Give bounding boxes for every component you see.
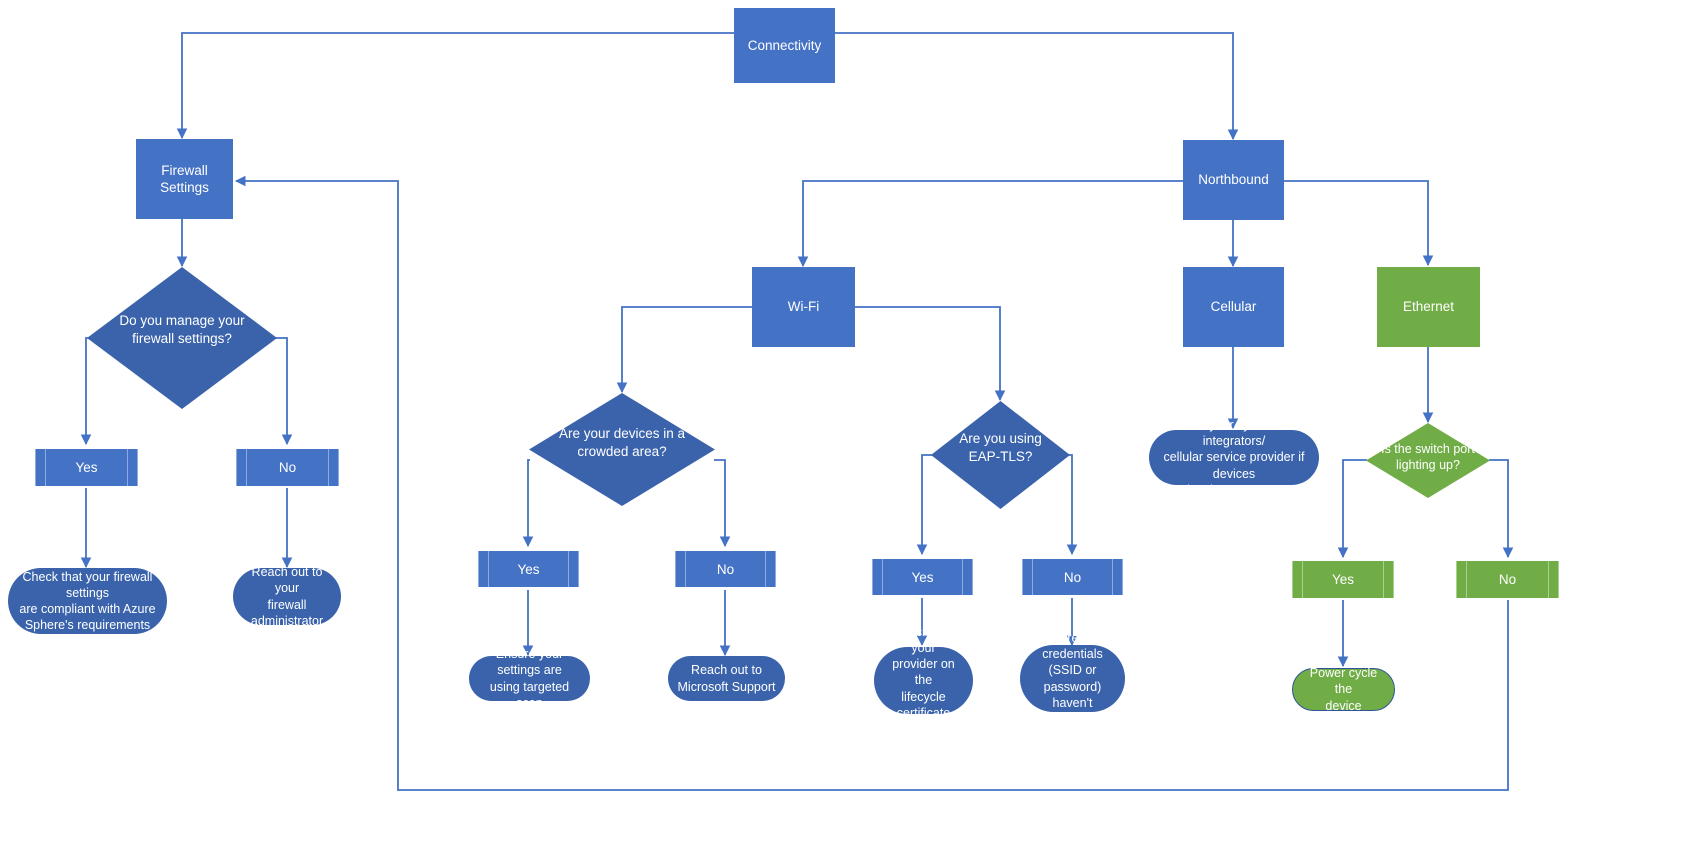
answer-switchport-yes-label: Yes bbox=[1331, 572, 1355, 587]
answer-switchport-no-label: No bbox=[1498, 572, 1517, 587]
answer-firewall-yes-label: Yes bbox=[75, 460, 98, 475]
node-firewall-settings[interactable]: Firewall Settings bbox=[136, 139, 233, 219]
outcome-credentials-changed[interactable]: Ensure your credentials (SSID or passwor… bbox=[1020, 631, 1125, 726]
answer-eaptls-no-label: No bbox=[1063, 569, 1082, 585]
decision-crowded-area-label: Are your devices in a crowded area? bbox=[558, 426, 686, 459]
answer-crowded-yes[interactable]: Yes bbox=[478, 551, 579, 587]
answer-eaptls-yes[interactable]: Yes bbox=[872, 559, 973, 595]
answer-switchport-yes[interactable]: Yes bbox=[1292, 561, 1394, 598]
answer-firewall-yes[interactable]: Yes bbox=[35, 449, 138, 486]
decision-switch-port[interactable]: Is the switch port lighting up? bbox=[1366, 423, 1490, 498]
outcome-targeted-scan-label: Ensure your settings are using targeted … bbox=[489, 647, 570, 710]
answer-switchport-no[interactable]: No bbox=[1456, 561, 1559, 598]
decision-crowded-area[interactable]: Are your devices in a crowded area? bbox=[529, 393, 715, 506]
node-ethernet-label: Ethernet bbox=[1402, 299, 1455, 315]
outcome-firewall-compliant[interactable]: Check that your firewall settings are co… bbox=[8, 568, 167, 634]
outcome-microsoft-support[interactable]: Reach out to Microsoft Support bbox=[668, 656, 785, 701]
outcome-credentials-changed-label: Ensure your credentials (SSID or passwor… bbox=[1032, 630, 1113, 726]
node-firewall-settings-label: Firewall Settings bbox=[160, 162, 209, 195]
flowchart-canvas: Connectivity Firewall Settings Northboun… bbox=[0, 0, 1689, 851]
node-wifi-label: Wi-Fi bbox=[787, 299, 820, 315]
node-cellular[interactable]: Cellular bbox=[1183, 267, 1284, 347]
answer-crowded-no[interactable]: No bbox=[675, 551, 776, 587]
node-northbound-label: Northbound bbox=[1198, 172, 1269, 188]
outcome-microsoft-support-label: Reach out to Microsoft Support bbox=[677, 663, 776, 694]
outcome-systems-integrators-label: Ask your systems integrators/ cellular s… bbox=[1159, 417, 1309, 497]
decision-eap-tls-label: Are you using EAP-TLS? bbox=[959, 431, 1042, 464]
answer-firewall-no-label: No bbox=[278, 460, 297, 475]
outcome-systems-integrators[interactable]: Ask your systems integrators/ cellular s… bbox=[1149, 418, 1319, 497]
outcome-certificate-management[interactable]: Check with your provider on the lifecycl… bbox=[874, 625, 973, 736]
outcome-certificate-management-label: Check with your provider on the lifecycl… bbox=[887, 624, 960, 737]
node-ethernet[interactable]: Ethernet bbox=[1377, 267, 1480, 347]
answer-crowded-yes-label: Yes bbox=[517, 561, 540, 577]
node-connectivity-label: Connectivity bbox=[747, 37, 822, 53]
node-northbound[interactable]: Northbound bbox=[1183, 140, 1284, 220]
outcome-firewall-admin-label: Reach out to your firewall administrator bbox=[250, 565, 324, 628]
decision-switch-port-label: Is the switch port lighting up? bbox=[1381, 442, 1475, 473]
decision-eap-tls[interactable]: Are you using EAP-TLS? bbox=[931, 401, 1070, 509]
answer-crowded-no-label: No bbox=[716, 561, 735, 577]
node-connectivity[interactable]: Connectivity bbox=[734, 8, 835, 83]
node-cellular-label: Cellular bbox=[1210, 299, 1257, 315]
answer-firewall-no[interactable]: No bbox=[236, 449, 339, 486]
node-wifi[interactable]: Wi-Fi bbox=[752, 267, 855, 347]
outcome-power-cycle[interactable]: Power cycle the device bbox=[1292, 666, 1395, 713]
answer-eaptls-no[interactable]: No bbox=[1022, 559, 1123, 595]
answer-eaptls-yes-label: Yes bbox=[911, 569, 934, 585]
outcome-targeted-scan[interactable]: Ensure your settings are using targeted … bbox=[469, 647, 590, 710]
outcome-firewall-compliant-label: Check that your firewall settings are co… bbox=[19, 569, 156, 633]
outcome-firewall-admin[interactable]: Reach out to your firewall administrator bbox=[233, 565, 341, 628]
decision-manage-firewall-label: Do you manage your firewall settings? bbox=[119, 313, 245, 346]
outcome-power-cycle-label: Power cycle the device bbox=[1309, 666, 1378, 713]
decision-manage-firewall[interactable]: Do you manage your firewall settings? bbox=[87, 267, 277, 409]
